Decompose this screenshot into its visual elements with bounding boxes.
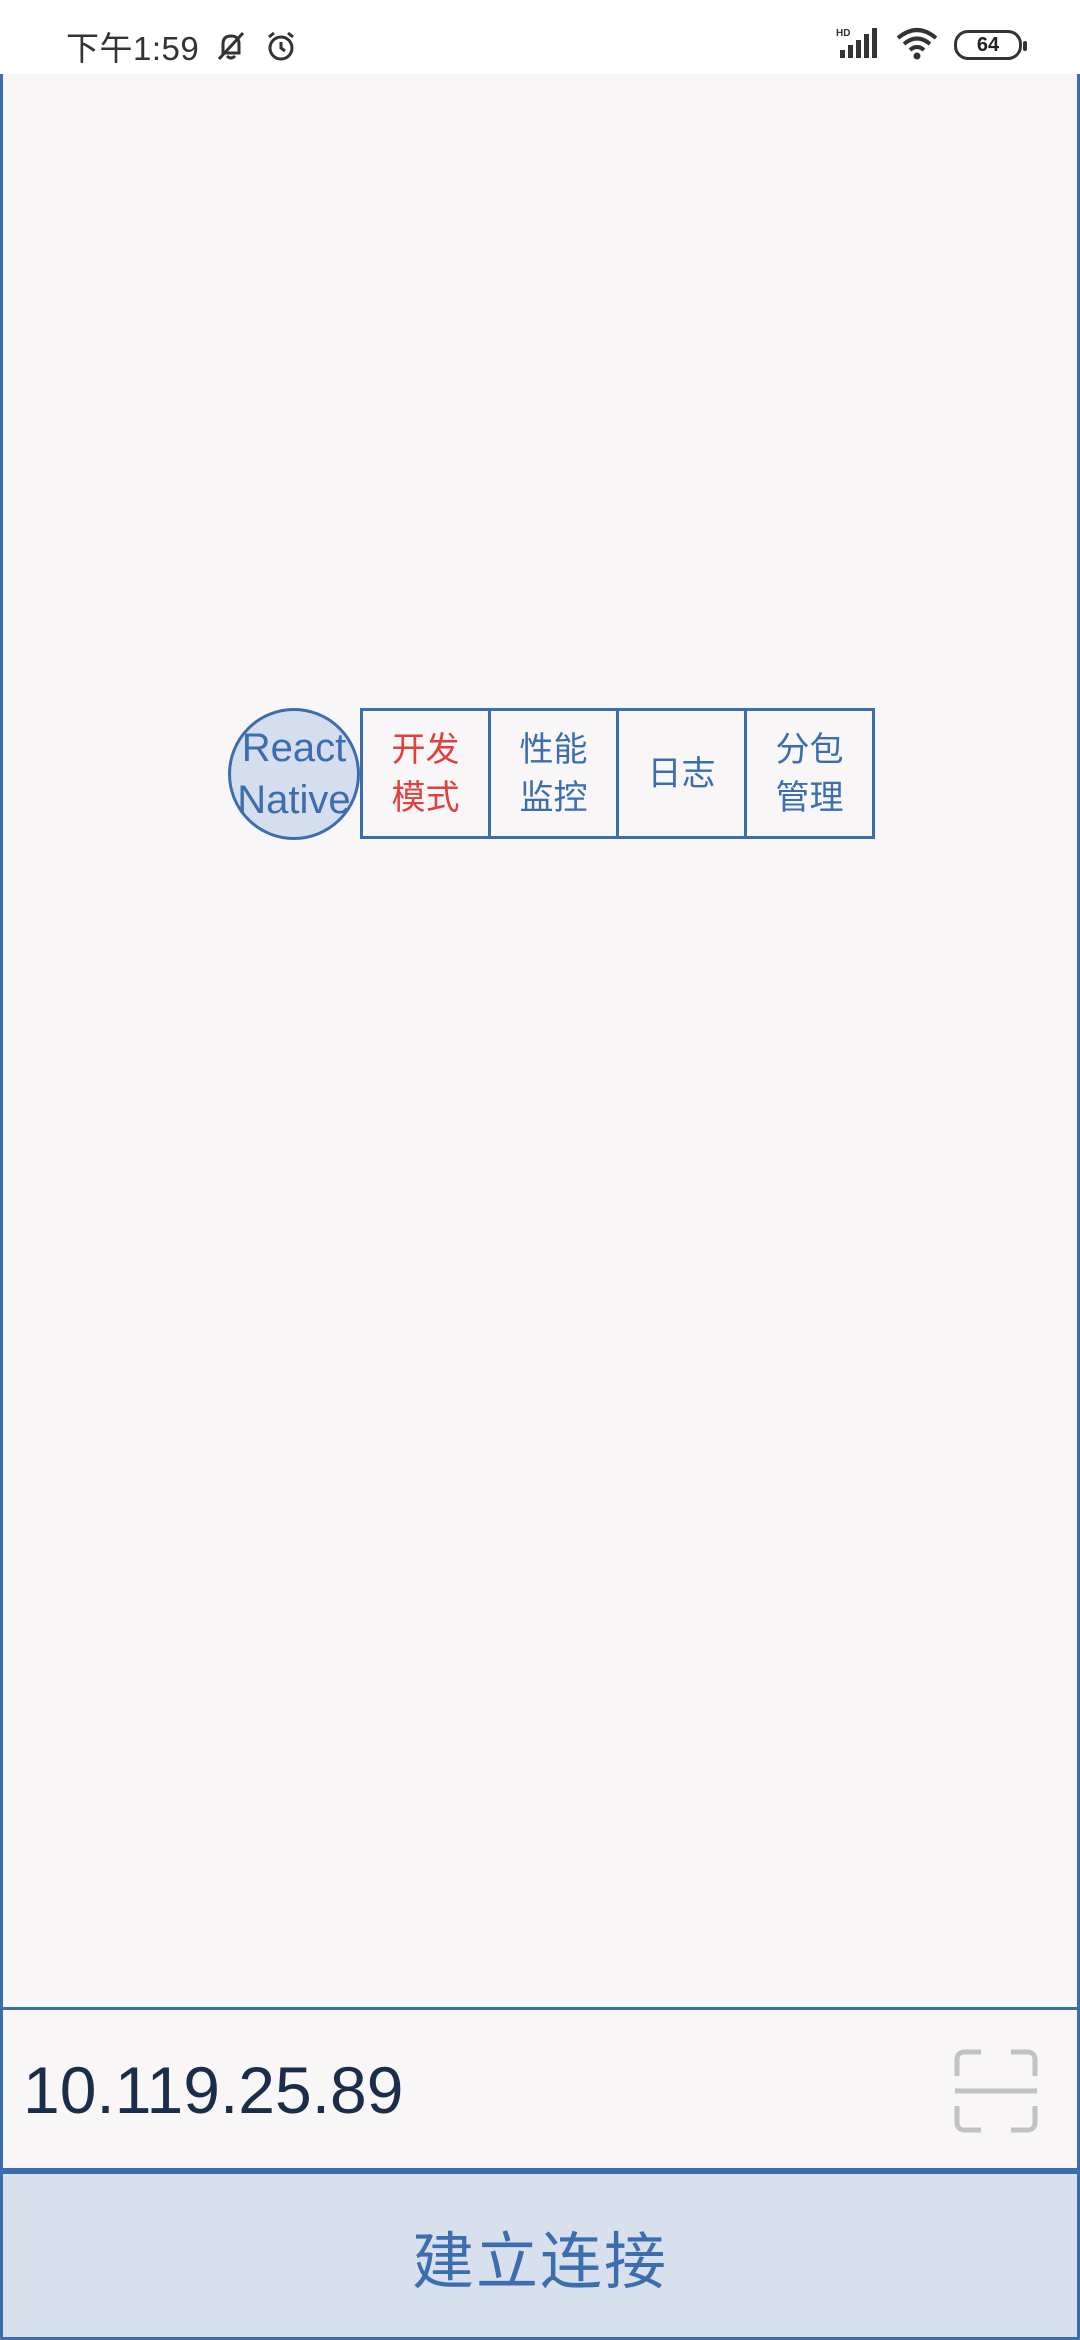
menu-item-performance[interactable]: 性能 监控 (491, 711, 619, 836)
mute-bell-icon (213, 28, 249, 64)
svg-text:HD: HD (836, 28, 850, 39)
wifi-icon (896, 26, 938, 64)
scan-qr-icon[interactable] (951, 2046, 1041, 2136)
menu-item-bundle-management[interactable]: 分包 管理 (747, 711, 872, 836)
menu-item-logs[interactable]: 日志 (619, 711, 747, 836)
menu-item-dev-mode[interactable]: 开发 模式 (363, 711, 491, 836)
status-time: 下午1:59 (66, 30, 200, 67)
address-row (0, 2010, 1080, 2171)
ip-address-input[interactable] (23, 2050, 883, 2130)
alarm-clock-icon (263, 28, 299, 64)
battery-indicator: 64 (954, 30, 1027, 60)
connect-button[interactable]: 建立连接 (0, 2171, 1080, 2340)
react-native-badge-button[interactable]: React Native (228, 708, 360, 840)
floating-menu: 开发 模式 性能 监控 日志 分包 管理 (360, 708, 875, 839)
status-left: 下午1:59 (66, 22, 299, 70)
status-right: HD 64 (836, 26, 1027, 64)
main-content: React Native 开发 模式 性能 监控 日志 分包 管理 (0, 74, 1080, 2010)
signal-hd-icon: HD (836, 26, 880, 64)
status-bar: 下午1:59 HD 64 (0, 0, 1080, 74)
